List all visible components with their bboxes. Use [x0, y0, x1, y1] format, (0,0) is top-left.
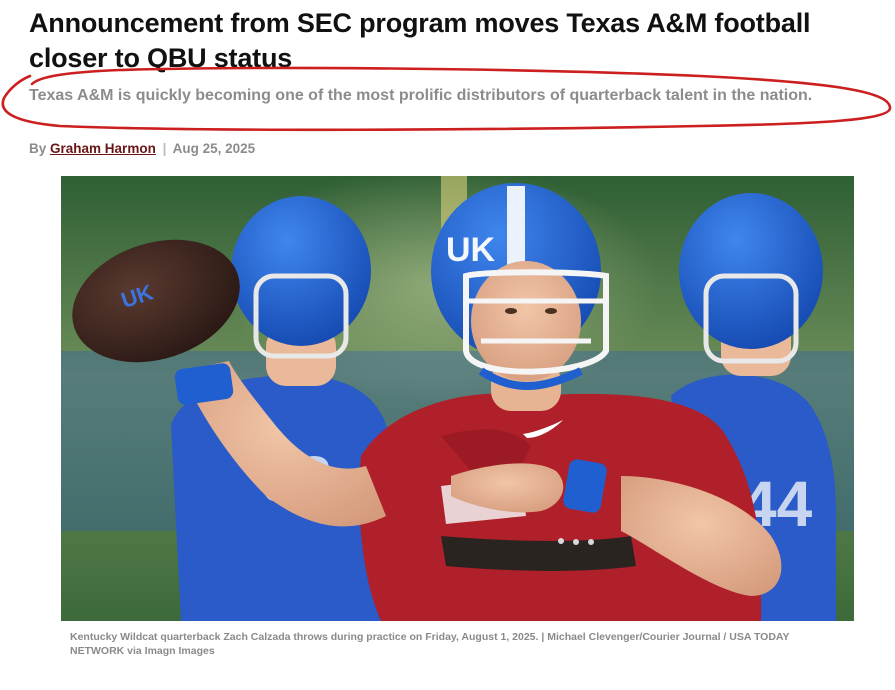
author-link[interactable]: Graham Harmon	[50, 141, 156, 156]
article-photo: 93 44	[61, 176, 854, 621]
helmet-logo: UK	[446, 231, 496, 269]
byline-prefix: By	[29, 141, 47, 156]
byline-separator: |	[162, 141, 167, 156]
byline: By Graham Harmon | Aug 25, 2025	[29, 141, 255, 156]
article-subheadline: Texas A&M is quickly becoming one of the…	[29, 87, 813, 104]
article-headline: Announcement from SEC program moves Texa…	[29, 8, 811, 73]
photo-caption: Kentucky Wildcat quarterback Zach Calzad…	[70, 631, 790, 657]
publish-date: Aug 25, 2025	[172, 141, 256, 156]
